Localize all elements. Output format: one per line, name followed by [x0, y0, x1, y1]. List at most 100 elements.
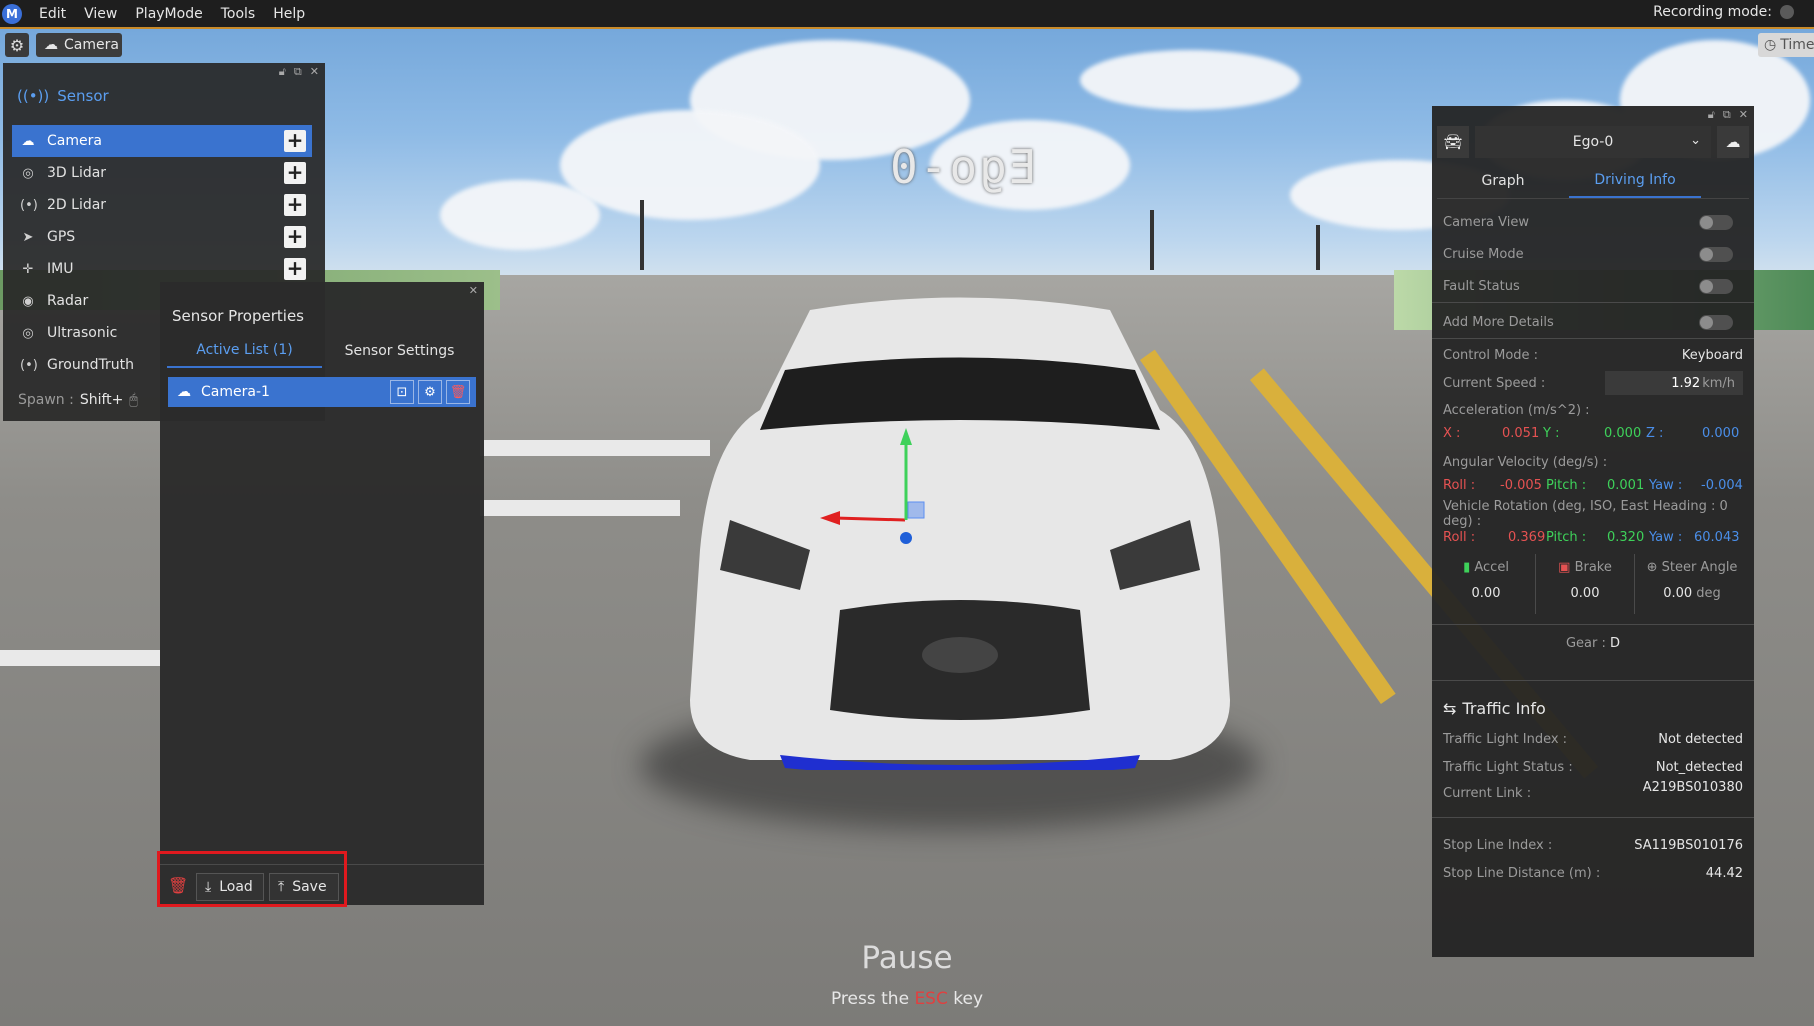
accel-z-value: 0.000	[1702, 426, 1740, 441]
upload-icon: ⤒	[278, 879, 285, 895]
gps-icon: ➤	[22, 229, 34, 245]
steer-label: Steer Angle	[1661, 560, 1738, 575]
trash-icon: 🗑︎	[168, 876, 189, 895]
steer-value: 0.00	[1663, 586, 1693, 601]
sensor-item-label: Camera	[47, 133, 102, 149]
sensor-item-gps[interactable]: ➤ GPS +	[12, 221, 312, 253]
sensor-item-2d-lidar[interactable]: (•) 2D Lidar +	[12, 189, 312, 221]
popout-icon[interactable]: ⧉	[294, 65, 302, 79]
current-speed-value-box: 1.92 km/h	[1605, 371, 1743, 395]
add-imu-button[interactable]: +	[284, 258, 306, 280]
tab-driving-info[interactable]: Driving Info	[1569, 164, 1701, 198]
vehicle-settings-button[interactable]: 🚘︎	[1437, 126, 1469, 158]
sensor-item-3d-lidar[interactable]: ◎ 3D Lidar +	[12, 157, 312, 189]
menu-view[interactable]: View	[75, 6, 126, 22]
toggle-label: Cruise Mode	[1443, 246, 1524, 262]
cloud	[560, 110, 820, 220]
traffic-light-status-value: Not_detected	[1655, 759, 1743, 775]
add-gps-button[interactable]: +	[284, 226, 306, 248]
lock-icon[interactable]: 🔓︎	[1708, 108, 1715, 122]
close-icon[interactable]: ✕	[1739, 108, 1748, 122]
recording-toggle[interactable]	[1780, 5, 1794, 19]
sensor-icon: ((•))	[17, 87, 50, 105]
cruise-mode-toggle[interactable]	[1699, 247, 1733, 262]
toggle-label: Add More Details	[1443, 314, 1554, 330]
traffic-light-index-row: Traffic Light Index : Not detected	[1443, 727, 1743, 751]
delete-sensor-button[interactable]: 🗑︎	[446, 380, 470, 404]
popout-icon[interactable]: ⧉	[1723, 108, 1731, 122]
add-2d-lidar-button[interactable]: +	[284, 194, 306, 216]
sensor-properties-tabs: Active List (1) Sensor Settings	[167, 334, 477, 368]
clear-all-button[interactable]: 🗑︎	[168, 876, 189, 898]
camera-view-toggle[interactable]	[1699, 215, 1733, 230]
active-sensor-label: Camera-1	[201, 384, 270, 400]
camera-icon: ☁	[1725, 133, 1741, 151]
menu-playmode[interactable]: PlayMode	[126, 6, 211, 22]
control-mode-label: Control Mode :	[1443, 347, 1539, 363]
settings-button[interactable]: ⚙	[5, 33, 29, 57]
brake-icon: ▣	[1558, 560, 1571, 575]
window-controls: 🔓︎ ⧉ ✕	[279, 65, 319, 79]
load-button[interactable]: ⤓ Load	[196, 873, 264, 901]
add-camera-button[interactable]: +	[284, 130, 306, 152]
mouse-icon: 🖱︎	[129, 392, 138, 408]
lidar-2d-icon: (•)	[20, 197, 38, 213]
sensor-title: Sensor	[57, 87, 109, 105]
camera-view-row: Camera View	[1443, 210, 1743, 234]
sensor-item-camera[interactable]: ☁ Camera +	[12, 125, 312, 157]
sign-pole	[1150, 210, 1154, 270]
close-icon[interactable]: ✕	[310, 65, 319, 79]
fault-status-toggle[interactable]	[1699, 279, 1733, 294]
accel-x-value: 0.051	[1502, 426, 1540, 441]
tab-active-list[interactable]: Active List (1)	[167, 334, 322, 368]
sensor-item-label: 2D Lidar	[47, 197, 107, 213]
menu-bar: M Edit View PlayMode Tools Help Recordin…	[0, 0, 1814, 29]
sensor-settings-button[interactable]: ⚙	[418, 380, 442, 404]
angvel-roll-value: -0.005	[1500, 478, 1542, 493]
current-link-row: Current Link : A219BS010380	[1443, 780, 1743, 805]
recording-mode-label: Recording mode:	[1653, 4, 1772, 20]
add-more-details-toggle[interactable]	[1699, 315, 1733, 330]
menu-edit[interactable]: Edit	[30, 6, 75, 22]
current-speed-value: 1.92	[1671, 375, 1701, 391]
menu-help[interactable]: Help	[264, 6, 314, 22]
active-sensor-item[interactable]: ☁ Camera-1 ⊡ ⚙ 🗑︎	[168, 377, 476, 407]
tab-sensor-settings[interactable]: Sensor Settings	[322, 334, 477, 368]
vehicle-rotation-values: Roll : 0.369 Pitch : 0.320 Yaw : 60.043	[1443, 530, 1743, 552]
vehicle-select[interactable]: Ego-0 ⌄	[1475, 126, 1711, 158]
cloud	[440, 180, 600, 250]
spawn-key: Shift+	[79, 392, 124, 408]
tab-graph[interactable]: Graph	[1437, 164, 1569, 198]
focus-button[interactable]: ⊡	[390, 380, 414, 404]
sensor-item-label: Radar	[47, 293, 89, 309]
close-icon[interactable]: ✕	[469, 284, 478, 297]
save-button[interactable]: ⤒ Save	[269, 873, 339, 901]
sensor-item-label: Ultrasonic	[47, 325, 118, 341]
rotation-roll-label: Roll :	[1443, 530, 1476, 545]
save-label: Save	[292, 879, 327, 895]
camera-icon: ☁	[44, 37, 58, 53]
current-speed-row: Current Speed : 1.92 km/h	[1443, 371, 1743, 395]
lane-marking	[480, 500, 680, 516]
camera-toolbar-button[interactable]: ☁ Camera	[36, 33, 122, 57]
lidar-icon: ◎	[22, 165, 34, 181]
rotation-roll-value: 0.369	[1508, 530, 1546, 545]
clock-icon: ◷	[1764, 37, 1777, 53]
brake-header: ▣ Brake	[1536, 560, 1634, 575]
menu-tools[interactable]: Tools	[212, 6, 265, 22]
load-label: Load	[219, 879, 253, 895]
pause-hint-text: Press the	[830, 989, 915, 1009]
lock-icon[interactable]: 🔓︎	[279, 65, 286, 79]
add-3d-lidar-button[interactable]: +	[284, 162, 306, 184]
current-link-label: Current Link :	[1443, 785, 1532, 801]
sensor-item-imu[interactable]: ✛ IMU +	[12, 253, 312, 285]
rotation-yaw-value: 60.043	[1694, 530, 1740, 545]
angvel-roll-label: Roll :	[1443, 478, 1476, 493]
time-button[interactable]: ◷ Time	[1758, 33, 1814, 57]
sign-pole	[1316, 225, 1320, 270]
camera-follow-button[interactable]: ☁	[1717, 126, 1749, 158]
ego-vehicle[interactable]	[690, 290, 1230, 770]
sensor-properties-title: Sensor Properties	[172, 307, 304, 325]
sign-pole	[640, 200, 644, 270]
recording-mode: Recording mode:	[1653, 4, 1794, 20]
